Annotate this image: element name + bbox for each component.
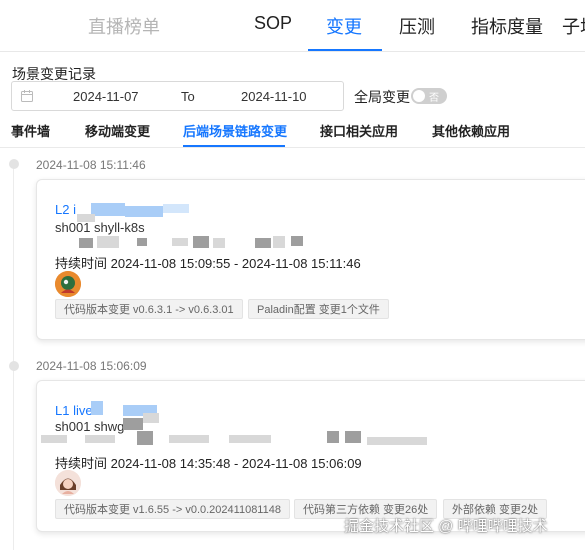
- redacted-block: [97, 236, 119, 248]
- redacted-block: [345, 431, 361, 443]
- timeline-dot: [9, 159, 19, 169]
- record-subtitle: sh001 shwg: [55, 419, 125, 434]
- redacted-block: [91, 203, 125, 216]
- avatar: [55, 470, 81, 496]
- redacted-block: [143, 413, 159, 423]
- redacted-block: [41, 435, 67, 443]
- record-duration: 持续时间 2024-11-08 14:35:48 - 2024-11-08 15…: [55, 456, 362, 471]
- redacted-block: [163, 204, 189, 213]
- redacted-block: [85, 435, 115, 443]
- start-date-field[interactable]: 2024-11-07: [73, 89, 139, 104]
- nav-item-metrics[interactable]: 指标度量: [471, 13, 543, 39]
- record-time: 2024-11-08 15:11:46: [36, 158, 146, 172]
- change-record-card[interactable]: L1 live sh001 shwg 持续时间 2024-11-08 14:35…: [36, 380, 585, 532]
- redacted-block: [172, 238, 188, 246]
- redacted-block: [327, 431, 339, 443]
- redacted-block: [193, 236, 209, 248]
- record-duration: 持续时间 2024-11-08 15:09:55 - 2024-11-08 15…: [55, 256, 361, 271]
- record-title[interactable]: L2 i: [55, 202, 76, 217]
- redacted-block: [169, 435, 209, 443]
- redacted-block: [125, 206, 163, 217]
- redacted-block: [91, 401, 103, 415]
- record-subtitle: sh001 shyll-k8s: [55, 220, 145, 235]
- timeline-line: [13, 168, 14, 550]
- redacted-block: [213, 238, 225, 248]
- tab-event-wall[interactable]: 事件墙: [11, 121, 50, 140]
- redacted-block: [255, 238, 271, 248]
- tab-backend-scene-changes[interactable]: 后端场景链路变更: [183, 121, 287, 140]
- global-change-label: 全局变更: [354, 89, 410, 105]
- tab-api-apps[interactable]: 接口相关应用: [320, 121, 398, 140]
- global-change-toggle[interactable]: 否: [411, 88, 447, 104]
- avatar: [55, 271, 81, 297]
- change-tag: 代码版本变更 v0.6.3.1 -> v0.6.3.01: [55, 299, 243, 319]
- date-separator: To: [181, 89, 195, 104]
- nav-item-sub-scene[interactable]: 子场: [562, 13, 585, 39]
- redacted-block: [291, 236, 303, 246]
- watermark-text: 掘金技术社区 @ 哔哩哔哩技术: [344, 518, 548, 535]
- calendar-icon: [21, 90, 33, 102]
- redacted-block: [273, 236, 285, 248]
- redacted-block: [137, 238, 147, 246]
- nav-item-live-ranking[interactable]: 直播榜单: [88, 13, 160, 39]
- record-time: 2024-11-08 15:06:09: [36, 359, 147, 373]
- tab-mobile-changes[interactable]: 移动端变更: [85, 121, 150, 140]
- toggle-knob: [413, 90, 425, 102]
- nav-item-stress-test[interactable]: 压测: [399, 13, 435, 39]
- nav-item-change[interactable]: 变更: [326, 13, 362, 39]
- end-date-field[interactable]: 2024-11-10: [241, 89, 307, 104]
- redacted-block: [229, 435, 271, 443]
- toggle-state-text: 否: [429, 93, 439, 104]
- change-record-card[interactable]: L2 i sh001 shyll-k8s 持续时间 2024-11-08 15:…: [36, 179, 585, 340]
- change-tag: Paladin配置 变更1个文件: [248, 299, 389, 319]
- redacted-block: [123, 418, 143, 430]
- tab-other-dependencies[interactable]: 其他依赖应用: [432, 121, 510, 140]
- redacted-block: [137, 431, 153, 445]
- redacted-block: [367, 437, 427, 445]
- redacted-block: [77, 214, 95, 222]
- change-tag: 代码版本变更 v1.6.55 -> v0.0.202411081148: [55, 499, 290, 519]
- redacted-block: [79, 238, 93, 248]
- timeline-dot: [9, 361, 19, 371]
- subtab-active-indicator: [183, 145, 285, 147]
- top-nav: 直播榜单 SOP 变更 压测 指标度量 子场: [0, 0, 585, 52]
- nav-active-indicator: [308, 49, 382, 51]
- subtab-bar: 事件墙 移动端变更 后端场景链路变更 接口相关应用 其他依赖应用: [0, 118, 585, 148]
- nav-item-sop[interactable]: SOP: [254, 13, 292, 34]
- record-title[interactable]: L1 live: [55, 403, 93, 418]
- date-range-picker[interactable]: 2024-11-07 To 2024-11-10: [11, 81, 344, 111]
